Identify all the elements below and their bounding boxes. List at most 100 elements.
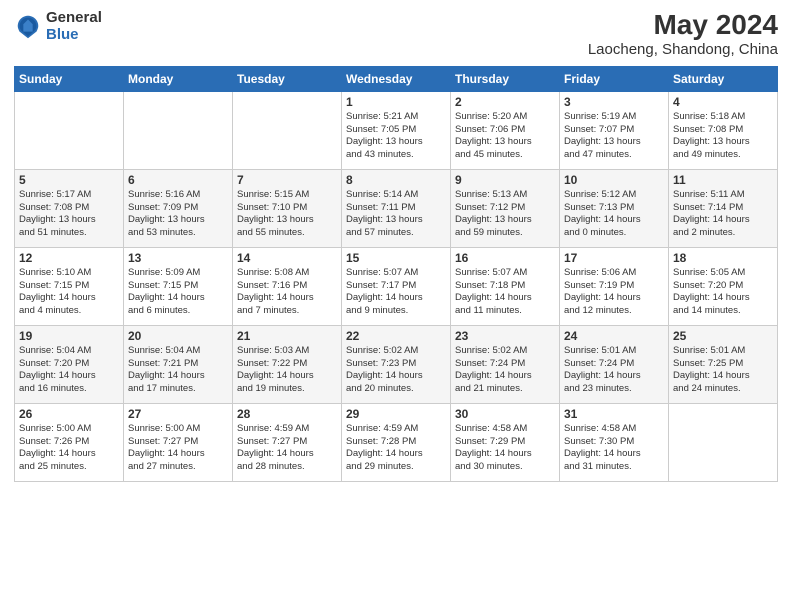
calendar-cell: 18Sunrise: 5:05 AM Sunset: 7:20 PM Dayli… — [669, 247, 778, 325]
day-number: 30 — [455, 407, 555, 421]
day-info: Sunrise: 5:01 AM Sunset: 7:24 PM Dayligh… — [564, 345, 664, 396]
calendar-cell: 23 Sunrise: 5:02 AM Sunset: 7:24 PM Dayli… — [451, 325, 560, 403]
day-info: Sunrise: 5:04 AM Sunset: 7:20 PM Dayligh… — [19, 345, 119, 396]
day-number: 17 — [564, 251, 664, 265]
day-info: Sunrise: 4:59 AM Sunset: 7:28 PM Dayligh… — [346, 423, 446, 474]
day-info: Sunrise: 5:09 AM Sunset: 7:15 PM Dayligh… — [128, 267, 228, 318]
calendar-cell: 1 Sunrise: 5:21 AM Sunset: 7:05 PM Daylig… — [342, 91, 451, 169]
day-info: Sunrise: 4:59 AM Sunset: 7:27 PM Dayligh… — [237, 423, 337, 474]
day-info: Sunrise: 5:13 AM Sunset: 7:12 PM Dayligh… — [455, 189, 555, 240]
calendar-day-header: Friday — [560, 66, 669, 91]
day-number: 8 — [346, 173, 446, 187]
month-year-title: May 2024 — [588, 10, 778, 41]
calendar-day-header: Wednesday — [342, 66, 451, 91]
day-number: 12 — [19, 251, 119, 265]
calendar-cell: 17 Sunrise: 5:06 AM Sunset: 7:19 PM Dayli… — [560, 247, 669, 325]
day-number: 1 — [346, 95, 446, 109]
calendar-cell: 10 Sunrise: 5:12 AM Sunset: 7:13 PM Dayli… — [560, 169, 669, 247]
day-number: 31 — [564, 407, 664, 421]
calendar-table: SundayMondayTuesdayWednesdayThursdayFrid… — [14, 66, 778, 482]
day-info: Sunrise: 5:17 AM Sunset: 7:08 PM Dayligh… — [19, 189, 119, 240]
calendar-cell: 15 Sunrise: 5:07 AM Sunset: 7:17 PM Dayli… — [342, 247, 451, 325]
calendar-cell: 9 Sunrise: 5:13 AM Sunset: 7:12 PM Daylig… — [451, 169, 560, 247]
calendar-day-header: Tuesday — [233, 66, 342, 91]
day-info: Sunrise: 5:07 AM Sunset: 7:18 PM Dayligh… — [455, 267, 555, 318]
day-info: Sunrise: 5:02 AM Sunset: 7:23 PM Dayligh… — [346, 345, 446, 396]
day-info: Sunrise: 5:07 AM Sunset: 7:17 PM Dayligh… — [346, 267, 446, 318]
day-info: Sunrise: 5:06 AM Sunset: 7:19 PM Dayligh… — [564, 267, 664, 318]
calendar-cell: 22 Sunrise: 5:02 AM Sunset: 7:23 PM Dayli… — [342, 325, 451, 403]
calendar-cell: 27 Sunrise: 5:00 AM Sunset: 7:27 PM Dayli… — [124, 403, 233, 481]
day-number: 23 — [455, 329, 555, 343]
day-number: 15 — [346, 251, 446, 265]
calendar-cell: 21 Sunrise: 5:03 AM Sunset: 7:22 PM Dayli… — [233, 325, 342, 403]
calendar-day-header: Monday — [124, 66, 233, 91]
calendar-cell: 5Sunrise: 5:17 AM Sunset: 7:08 PM Daylig… — [15, 169, 124, 247]
calendar-week-row: 19 Sunrise: 5:04 AM Sunset: 7:20 PM Dayli… — [15, 325, 778, 403]
day-number: 20 — [128, 329, 228, 343]
calendar-header-row: SundayMondayTuesdayWednesdayThursdayFrid… — [15, 66, 778, 91]
calendar-cell: 31 Sunrise: 4:58 AM Sunset: 7:30 PM Dayli… — [560, 403, 669, 481]
calendar-cell: 6Sunrise: 5:16 AM Sunset: 7:09 PM Daylig… — [124, 169, 233, 247]
day-number: 22 — [346, 329, 446, 343]
logo-text: General Blue — [46, 10, 102, 43]
day-number: 7 — [237, 173, 337, 187]
logo-general-text: General — [46, 10, 102, 27]
day-number: 9 — [455, 173, 555, 187]
day-number: 3 — [564, 95, 664, 109]
location-text: Laocheng, Shandong, China — [588, 41, 778, 58]
calendar-week-row: 12 Sunrise: 5:10 AM Sunset: 7:15 PM Dayli… — [15, 247, 778, 325]
day-number: 25 — [673, 329, 773, 343]
day-number: 11 — [673, 173, 773, 187]
day-info: Sunrise: 5:00 AM Sunset: 7:27 PM Dayligh… — [128, 423, 228, 474]
day-info: Sunrise: 5:10 AM Sunset: 7:15 PM Dayligh… — [19, 267, 119, 318]
calendar-cell: 30 Sunrise: 4:58 AM Sunset: 7:29 PM Dayli… — [451, 403, 560, 481]
title-section: May 2024 Laocheng, Shandong, China — [588, 10, 778, 58]
calendar-cell: 29 Sunrise: 4:59 AM Sunset: 7:28 PM Dayli… — [342, 403, 451, 481]
calendar-cell: 11Sunrise: 5:11 AM Sunset: 7:14 PM Dayli… — [669, 169, 778, 247]
calendar-cell: 2 Sunrise: 5:20 AM Sunset: 7:06 PM Daylig… — [451, 91, 560, 169]
day-info: Sunrise: 5:05 AM Sunset: 7:20 PM Dayligh… — [673, 267, 773, 318]
calendar-cell — [233, 91, 342, 169]
day-number: 16 — [455, 251, 555, 265]
calendar-cell — [669, 403, 778, 481]
day-number: 27 — [128, 407, 228, 421]
day-info: Sunrise: 5:02 AM Sunset: 7:24 PM Dayligh… — [455, 345, 555, 396]
day-info: Sunrise: 4:58 AM Sunset: 7:30 PM Dayligh… — [564, 423, 664, 474]
calendar-cell: 3 Sunrise: 5:19 AM Sunset: 7:07 PM Daylig… — [560, 91, 669, 169]
calendar-week-row: 26Sunrise: 5:00 AM Sunset: 7:26 PM Dayli… — [15, 403, 778, 481]
day-number: 21 — [237, 329, 337, 343]
calendar-cell — [15, 91, 124, 169]
day-number: 4 — [673, 95, 773, 109]
calendar-cell: 7 Sunrise: 5:15 AM Sunset: 7:10 PM Daylig… — [233, 169, 342, 247]
logo: General Blue — [14, 10, 102, 43]
day-info: Sunrise: 5:04 AM Sunset: 7:21 PM Dayligh… — [128, 345, 228, 396]
calendar-cell: 28 Sunrise: 4:59 AM Sunset: 7:27 PM Dayli… — [233, 403, 342, 481]
day-number: 10 — [564, 173, 664, 187]
calendar-cell: 20 Sunrise: 5:04 AM Sunset: 7:21 PM Dayli… — [124, 325, 233, 403]
day-number: 29 — [346, 407, 446, 421]
day-info: Sunrise: 5:08 AM Sunset: 7:16 PM Dayligh… — [237, 267, 337, 318]
calendar-cell: 19 Sunrise: 5:04 AM Sunset: 7:20 PM Dayli… — [15, 325, 124, 403]
calendar-week-row: 5Sunrise: 5:17 AM Sunset: 7:08 PM Daylig… — [15, 169, 778, 247]
logo-blue-text: Blue — [46, 27, 102, 44]
calendar-cell: 13 Sunrise: 5:09 AM Sunset: 7:15 PM Dayli… — [124, 247, 233, 325]
day-number: 26 — [19, 407, 119, 421]
day-info: Sunrise: 5:12 AM Sunset: 7:13 PM Dayligh… — [564, 189, 664, 240]
day-info: Sunrise: 5:15 AM Sunset: 7:10 PM Dayligh… — [237, 189, 337, 240]
day-number: 24 — [564, 329, 664, 343]
day-info: Sunrise: 5:16 AM Sunset: 7:09 PM Dayligh… — [128, 189, 228, 240]
day-info: Sunrise: 5:03 AM Sunset: 7:22 PM Dayligh… — [237, 345, 337, 396]
day-info: Sunrise: 5:21 AM Sunset: 7:05 PM Dayligh… — [346, 111, 446, 162]
day-info: Sunrise: 5:19 AM Sunset: 7:07 PM Dayligh… — [564, 111, 664, 162]
calendar-cell: 14Sunrise: 5:08 AM Sunset: 7:16 PM Dayli… — [233, 247, 342, 325]
day-info: Sunrise: 5:20 AM Sunset: 7:06 PM Dayligh… — [455, 111, 555, 162]
day-number: 2 — [455, 95, 555, 109]
day-number: 13 — [128, 251, 228, 265]
calendar-cell: 25Sunrise: 5:01 AM Sunset: 7:25 PM Dayli… — [669, 325, 778, 403]
day-info: Sunrise: 4:58 AM Sunset: 7:29 PM Dayligh… — [455, 423, 555, 474]
day-info: Sunrise: 5:18 AM Sunset: 7:08 PM Dayligh… — [673, 111, 773, 162]
day-number: 28 — [237, 407, 337, 421]
calendar-cell: 24 Sunrise: 5:01 AM Sunset: 7:24 PM Dayli… — [560, 325, 669, 403]
day-number: 19 — [19, 329, 119, 343]
